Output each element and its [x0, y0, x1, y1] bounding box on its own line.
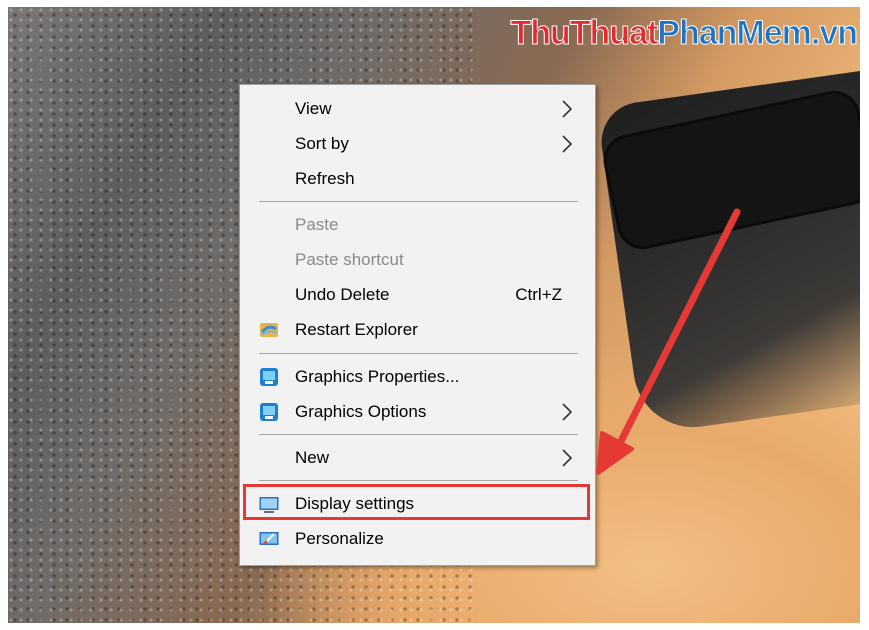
menu-item-label: New [295, 447, 330, 467]
personalize-icon [259, 532, 279, 545]
menu-item-label: Refresh [295, 168, 355, 188]
shortcut-key: Ctrl+Z [515, 284, 562, 304]
watermark-logo: ThuThuatPhanMem.vn [510, 14, 859, 53]
menu-separator [259, 434, 578, 435]
menu-item-paste: Paste [240, 207, 595, 242]
menu-item-label: Personalize [295, 528, 384, 548]
menu-item-sort-by[interactable]: Sort by [240, 126, 595, 161]
menu-item-label: Restart Explorer [295, 319, 418, 339]
display-settings-highlight [243, 484, 590, 520]
menu-item-new[interactable]: New [240, 440, 595, 475]
watermark-part1: ThuThuat [510, 14, 659, 53]
menu-item-undo-delete[interactable]: Undo Delete Ctrl+Z [240, 277, 595, 312]
menu-item-restart-explorer[interactable]: Restart Explorer [240, 312, 595, 347]
chevron-right-icon [562, 100, 573, 118]
graphics-options-icon [260, 403, 278, 421]
menu-item-graphics-options[interactable]: Graphics Options [240, 394, 595, 429]
chevron-right-icon [562, 449, 573, 467]
chevron-right-icon [562, 403, 573, 421]
menu-item-personalize[interactable]: Personalize [240, 521, 595, 556]
menu-item-label: Graphics Options [295, 401, 427, 421]
menu-item-label: Undo Delete [295, 284, 390, 304]
menu-item-label: Sort by [295, 133, 349, 153]
menu-item-paste-shortcut: Paste shortcut [240, 242, 595, 277]
menu-item-label: Paste [295, 214, 339, 234]
chevron-right-icon [562, 135, 573, 153]
menu-item-label: Graphics Properties... [295, 366, 460, 386]
menu-item-graphics-properties[interactable]: Graphics Properties... [240, 359, 595, 394]
menu-separator [259, 353, 578, 354]
graphics-properties-icon [260, 368, 278, 386]
menu-item-view[interactable]: View [240, 91, 595, 126]
menu-item-label: Paste shortcut [295, 249, 404, 269]
menu-separator [259, 480, 578, 481]
menu-separator [259, 201, 578, 202]
watermark-part2: PhanMem.vn [657, 14, 859, 53]
restart-explorer-icon [260, 323, 278, 337]
menu-item-label: View [295, 98, 332, 118]
menu-item-refresh[interactable]: Refresh [240, 161, 595, 196]
